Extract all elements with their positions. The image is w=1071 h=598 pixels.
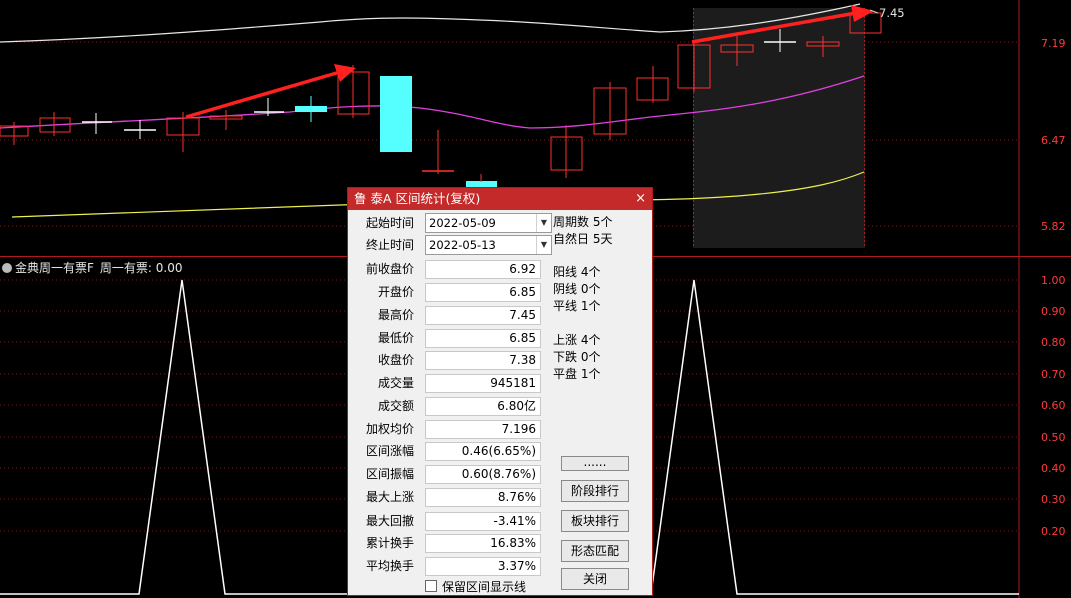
checkbox-icon[interactable] <box>425 580 437 592</box>
stat-unchanged: 平盘 1个 <box>553 367 601 381</box>
start-time-label: 起始时间 <box>365 216 414 230</box>
start-time-select[interactable]: 2022-05-09 ▼ <box>425 213 552 233</box>
indicator-toggle-icon[interactable] <box>2 263 12 273</box>
field-value[interactable]: -3.41% <box>425 512 541 531</box>
sector-ranking-button[interactable]: 板块排行 <box>561 510 629 532</box>
axis-label-bottom: 0.20 <box>1041 525 1066 538</box>
field-label: 最低价 <box>377 331 414 345</box>
stat-rise: 上涨 4个 <box>553 333 601 347</box>
indicator-value: 0.00 <box>155 261 183 275</box>
field-label: 最大上涨 <box>365 490 414 504</box>
field-label: 加权均价 <box>365 422 414 436</box>
field-value[interactable]: 7.45 <box>425 306 541 325</box>
stat-up-candles: 阳线 4个 <box>553 265 601 279</box>
field-value[interactable]: 7.38 <box>425 351 541 370</box>
axis-label-bottom: 1.00 <box>1041 274 1066 287</box>
field-value[interactable]: 16.83% <box>425 534 541 553</box>
indicator-title: 金典周一有票F 周一有票: 0.00 <box>0 259 183 277</box>
field-label: 累计换手 <box>365 536 414 550</box>
field-value[interactable]: 6.85 <box>425 283 541 302</box>
field-label: 最高价 <box>377 308 414 322</box>
price-tag: 7.45 <box>879 6 905 20</box>
field-label: 成交量 <box>377 376 414 390</box>
stat-flat-candles: 平线 1个 <box>553 299 601 313</box>
field-value[interactable]: 6.80亿 <box>425 397 541 416</box>
field-label: 收盘价 <box>377 353 414 367</box>
field-value[interactable]: 6.85 <box>425 329 541 348</box>
field-value[interactable]: 0.46(6.65%) <box>425 442 541 461</box>
axis-label-bottom: 0.80 <box>1041 336 1066 349</box>
axis-label-bottom: 0.30 <box>1041 493 1066 506</box>
close-button[interactable]: 关闭 <box>561 568 629 590</box>
dialog-title: 鲁 泰A 区间统计(复权) <box>354 191 481 206</box>
chevron-down-icon[interactable]: ▼ <box>536 214 551 232</box>
bottom-axis: 1.00 0.90 0.80 0.70 0.60 0.50 0.40 0.30 … <box>1041 274 1066 538</box>
pattern-match-button[interactable]: 形态匹配 <box>561 540 629 562</box>
dialog-titlebar[interactable]: 鲁 泰A 区间统计(复权) × <box>348 188 652 210</box>
stat-periods: 周期数 5个 <box>553 215 613 229</box>
field-value[interactable]: 3.37% <box>425 557 541 576</box>
field-label: 开盘价 <box>377 285 414 299</box>
stat-down-candles: 阴线 0个 <box>553 282 601 296</box>
end-time-label: 终止时间 <box>365 238 414 252</box>
field-label: 平均换手 <box>365 559 414 573</box>
axis-label-top: 6.47 <box>1041 134 1066 147</box>
stat-days: 自然日 5天 <box>553 232 613 246</box>
field-value[interactable]: 7.196 <box>425 420 541 439</box>
range-stats-dialog: 鲁 泰A 区间统计(复权) × 起始时间 2022-05-09 ▼ 终止时间 20… <box>347 187 653 596</box>
stat-fall: 下跌 0个 <box>553 350 601 364</box>
more-button[interactable]: ...... <box>561 456 629 471</box>
end-time-value: 2022-05-13 <box>429 238 496 252</box>
keep-range-lines-checkbox[interactable]: 保留区间显示线 <box>425 579 526 595</box>
field-label: 区间振幅 <box>365 467 414 481</box>
field-label: 成交额 <box>377 399 414 413</box>
field-label: 前收盘价 <box>365 262 414 276</box>
start-time-value: 2022-05-09 <box>429 216 496 230</box>
close-icon[interactable]: × <box>635 188 646 210</box>
end-time-select[interactable]: 2022-05-13 ▼ <box>425 235 552 255</box>
axis-label-bottom: 0.60 <box>1041 399 1066 412</box>
stage-ranking-button[interactable]: 阶段排行 <box>561 480 629 502</box>
axis-label-top: 7.19 <box>1041 37 1066 50</box>
field-label: 最大回撤 <box>365 514 414 528</box>
axis-label-bottom: 0.70 <box>1041 368 1066 381</box>
indicator-name[interactable]: 金典周一有票F <box>15 261 94 275</box>
field-label: 区间涨幅 <box>365 444 414 458</box>
field-value[interactable]: 8.76% <box>425 488 541 507</box>
axis-label-bottom: 0.40 <box>1041 462 1066 475</box>
field-value[interactable]: 945181 <box>425 374 541 393</box>
field-value[interactable]: 6.92 <box>425 260 541 279</box>
axis-label-bottom: 0.50 <box>1041 431 1066 444</box>
indicator-label: 周一有票: <box>99 261 152 275</box>
checkbox-label: 保留区间显示线 <box>442 580 527 594</box>
field-value[interactable]: 0.60(8.76%) <box>425 465 541 484</box>
axis-label-bottom: 0.90 <box>1041 305 1066 318</box>
axis-label-top: 5.82 <box>1041 220 1066 233</box>
chevron-down-icon[interactable]: ▼ <box>536 236 551 254</box>
